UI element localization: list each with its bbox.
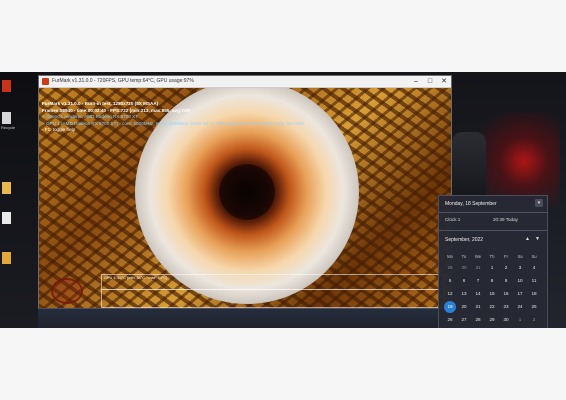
calendar-day[interactable]: 29 bbox=[486, 314, 498, 326]
collapse-chevron-icon[interactable]: ▾ bbox=[535, 199, 543, 207]
clock-name: Clock 1 bbox=[445, 217, 461, 222]
weekday-header: We bbox=[474, 254, 482, 259]
desktop-icon-folder[interactable] bbox=[2, 182, 11, 194]
calendar-day[interactable]: 24 bbox=[514, 301, 526, 313]
monitor-screen: Recycle FurMark v1.31.0.0 - 720FPS, GPU … bbox=[0, 72, 566, 328]
maximize-button[interactable]: □ bbox=[423, 76, 437, 87]
window-titlebar[interactable]: FurMark v1.31.0.0 - 720FPS, GPU temp:64°… bbox=[39, 76, 451, 88]
calendar-day[interactable]: 2 bbox=[528, 314, 540, 326]
calendar-flyout[interactable]: Monday, 18 September ▾ Clock 1 20:39 Tod… bbox=[438, 195, 548, 328]
calendar-day[interactable]: 1 bbox=[486, 262, 498, 274]
calendar-day[interactable]: 23 bbox=[500, 301, 512, 313]
calendar-day[interactable]: 28 bbox=[472, 314, 484, 326]
overlay-line-frames: Frames:58940 - time:00:02:40 - FPS:722 (… bbox=[42, 107, 191, 113]
calendar-day[interactable]: 6 bbox=[458, 275, 470, 287]
previous-month-icon[interactable]: ▲ bbox=[525, 236, 530, 242]
close-button[interactable]: ✕ bbox=[437, 76, 451, 87]
flyout-divider bbox=[439, 212, 547, 213]
overlay-line-renderer: > OpenGL renderer: AMD Radeon RX 6700 XT bbox=[42, 114, 138, 120]
desktop-icon-file[interactable] bbox=[2, 212, 11, 224]
stats-overlay: FurMark v1.31.0.0 - Burn-in test, 1280x7… bbox=[42, 101, 304, 134]
furmark-app-icon bbox=[42, 78, 49, 85]
calendar-day[interactable]: 31 bbox=[472, 262, 484, 274]
calendar-day[interactable]: 11 bbox=[528, 275, 540, 287]
monitor-photo: Recycle FurMark v1.31.0.0 - 720FPS, GPU … bbox=[0, 0, 566, 400]
calendar-day[interactable]: 18 bbox=[528, 288, 540, 300]
desktop-icon-red[interactable] bbox=[2, 80, 11, 92]
desktop-icon-strip: Recycle bbox=[0, 72, 38, 328]
calendar-day[interactable]: 27 bbox=[458, 314, 470, 326]
clock-time: 20:39 Today bbox=[493, 217, 518, 222]
calendar-day[interactable]: 21 bbox=[472, 301, 484, 313]
calendar-day[interactable]: 5 bbox=[444, 275, 456, 287]
graph-label: GPU 1: 64°C (min: 34°C - max: 64°C) bbox=[104, 276, 168, 280]
calendar-day[interactable]: 8 bbox=[486, 275, 498, 287]
calendar-day[interactable]: 20 bbox=[458, 301, 470, 313]
calendar-day[interactable]: 16 bbox=[500, 288, 512, 300]
desk-foreground bbox=[0, 328, 566, 400]
overlay-line-title: FurMark v1.31.0.0 - Burn-in test, 1280x7… bbox=[42, 101, 159, 106]
calendar-day[interactable]: 19 bbox=[444, 301, 456, 313]
calendar-day[interactable]: 2 bbox=[500, 262, 512, 274]
background-device bbox=[452, 132, 486, 202]
calendar-day[interactable]: 7 bbox=[472, 275, 484, 287]
calendar-day[interactable]: 22 bbox=[486, 301, 498, 313]
furmark-logo bbox=[51, 278, 83, 304]
minimize-button[interactable]: – bbox=[409, 76, 423, 87]
temperature-graph: GPU 1: 64°C (min: 34°C - max: 64°C) bbox=[101, 274, 445, 308]
window-title: FurMark v1.31.0.0 - 720FPS, GPU temp:64°… bbox=[52, 78, 194, 84]
desktop-icon-recycle[interactable] bbox=[2, 112, 11, 124]
flyout-date-heading: Monday, 18 September bbox=[445, 201, 497, 207]
desktop-icon-label: Recycle bbox=[1, 125, 16, 130]
calendar-day[interactable]: 9 bbox=[500, 275, 512, 287]
furmark-window[interactable]: FurMark v1.31.0.0 - 720FPS, GPU temp:64°… bbox=[38, 75, 452, 309]
calendar-day[interactable]: 25 bbox=[528, 301, 540, 313]
calendar-day[interactable]: 4 bbox=[528, 262, 540, 274]
calendar-day[interactable]: 15 bbox=[486, 288, 498, 300]
weekday-header: Tu bbox=[461, 254, 467, 259]
desktop-icon-folder-2[interactable] bbox=[2, 252, 11, 264]
overlay-line-gpu: > GPU 1 (AMD Radeon RX 6700 XT) - core: … bbox=[42, 120, 305, 126]
flyout-divider bbox=[439, 230, 547, 231]
overlay-line-help: - F1: toggle help bbox=[42, 127, 76, 133]
weekday-header: Mo bbox=[447, 254, 453, 259]
wall-background bbox=[0, 0, 566, 72]
calendar-day[interactable]: 10 bbox=[514, 275, 526, 287]
calendar-day[interactable]: 29 bbox=[444, 262, 456, 274]
next-month-icon[interactable]: ▼ bbox=[535, 236, 540, 242]
calendar-day[interactable]: 3 bbox=[514, 262, 526, 274]
calendar-day[interactable]: 12 bbox=[444, 288, 456, 300]
calendar-day[interactable]: 13 bbox=[458, 288, 470, 300]
graph-line bbox=[102, 289, 442, 290]
calendar-day[interactable]: 26 bbox=[444, 314, 456, 326]
render-viewport[interactable]: FurMark v1.31.0.0 - Burn-in test, 1280x7… bbox=[39, 88, 451, 308]
month-label[interactable]: September, 2022 bbox=[445, 237, 483, 243]
calendar-day[interactable]: 30 bbox=[458, 262, 470, 274]
calendar-day[interactable]: 14 bbox=[472, 288, 484, 300]
calendar-day[interactable]: 1 bbox=[514, 314, 526, 326]
weekday-header: Su bbox=[531, 254, 537, 259]
calendar-day[interactable]: 17 bbox=[514, 288, 526, 300]
weekday-header: Sa bbox=[517, 254, 523, 259]
weekday-header: Fr bbox=[504, 254, 508, 259]
calendar-day[interactable]: 30 bbox=[500, 314, 512, 326]
weekday-header: Th bbox=[489, 254, 495, 259]
render-center-hole bbox=[219, 164, 275, 220]
screen-reflection bbox=[38, 308, 450, 328]
